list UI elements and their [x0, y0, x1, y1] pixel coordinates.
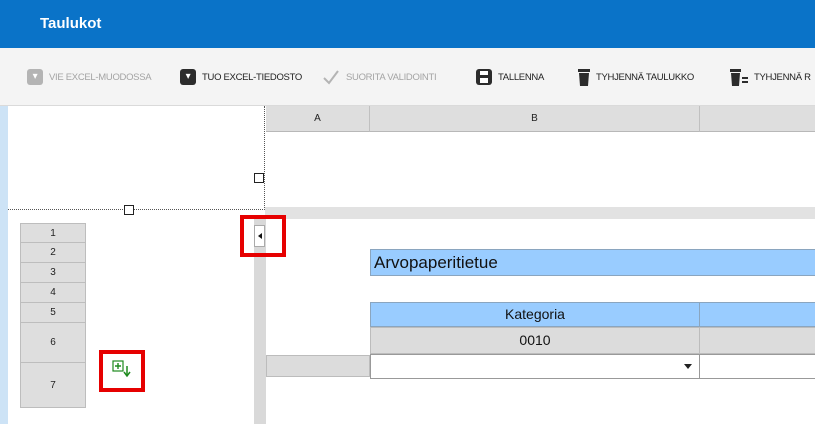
import-excel-button[interactable]: ▾ TUO EXCEL-TIEDOSTO [180, 48, 302, 106]
resize-handle-vertical[interactable] [254, 173, 264, 183]
import-excel-icon: ▾ [180, 69, 196, 85]
validate-label: SUORITA VALIDOINTI [346, 71, 437, 83]
left-accent-strip [0, 106, 8, 424]
save-label: TALLENNA [498, 71, 544, 83]
row-header-7[interactable]: 7 [20, 363, 86, 408]
column-header-c[interactable] [700, 106, 815, 132]
row-header-6[interactable]: 6 [20, 323, 86, 363]
row-header-4[interactable]: 4 [20, 283, 86, 303]
validate-button[interactable]: SUORITA VALIDOINTI [322, 48, 437, 106]
dropdown-arrow-icon [684, 364, 692, 369]
export-excel-icon: ▾ [27, 69, 43, 85]
save-button[interactable]: TALLENNA [476, 48, 544, 106]
sheet-title-cell[interactable]: Arvopaperitietue [370, 249, 815, 276]
row-header-3[interactable]: 3 [20, 263, 86, 283]
category-code-cell[interactable]: 0010 [370, 327, 700, 354]
checkmark-icon [322, 69, 340, 85]
chevron-left-icon [258, 233, 262, 239]
row-indicator-cell[interactable] [266, 355, 370, 377]
input-cell-c[interactable] [700, 354, 815, 379]
column-header-b[interactable]: B [370, 106, 700, 132]
resize-handle-horizontal[interactable] [124, 205, 134, 215]
row-header-5[interactable]: 5 [20, 303, 86, 323]
clear-partial-button[interactable]: TYHJENNÄ R [730, 48, 811, 106]
export-excel-button[interactable]: ▾ VIE EXCEL-MUODOSSA [27, 48, 152, 106]
row-header-1[interactable]: 1 [20, 223, 86, 243]
export-excel-label: VIE EXCEL-MUODOSSA [49, 71, 152, 83]
code-cell-c[interactable] [700, 327, 815, 354]
add-row-button[interactable] [99, 350, 145, 392]
collapse-toggle[interactable] [254, 225, 265, 247]
clear-table-button[interactable]: TYHJENNÄ TAULUKKO [578, 48, 694, 106]
collapse-panel-button[interactable] [240, 215, 286, 257]
import-excel-label: TUO EXCEL-TIEDOSTO [202, 71, 302, 83]
title-bar: Taulukot [0, 0, 815, 48]
clear-table-label: TYHJENNÄ TAULUKKO [596, 71, 695, 83]
save-icon [476, 69, 492, 85]
column-header-a[interactable]: A [266, 106, 370, 132]
row-header-2[interactable]: 2 [20, 243, 86, 263]
clear-partial-label: TYHJENNÄ R [754, 71, 811, 83]
header-cell-c[interactable] [700, 302, 815, 327]
trash-icon [578, 68, 590, 86]
add-row-icon [112, 359, 132, 383]
trash-list-icon [730, 68, 748, 86]
horizontal-splitter[interactable] [265, 207, 815, 219]
frozen-corner-panel [8, 106, 265, 210]
toolbar: ▾ VIE EXCEL-MUODOSSA ▾ TUO EXCEL-TIEDOST… [0, 48, 815, 106]
category-header-cell[interactable]: Kategoria [370, 302, 700, 327]
category-dropdown[interactable] [370, 354, 700, 379]
window-title: Taulukot [40, 15, 102, 32]
